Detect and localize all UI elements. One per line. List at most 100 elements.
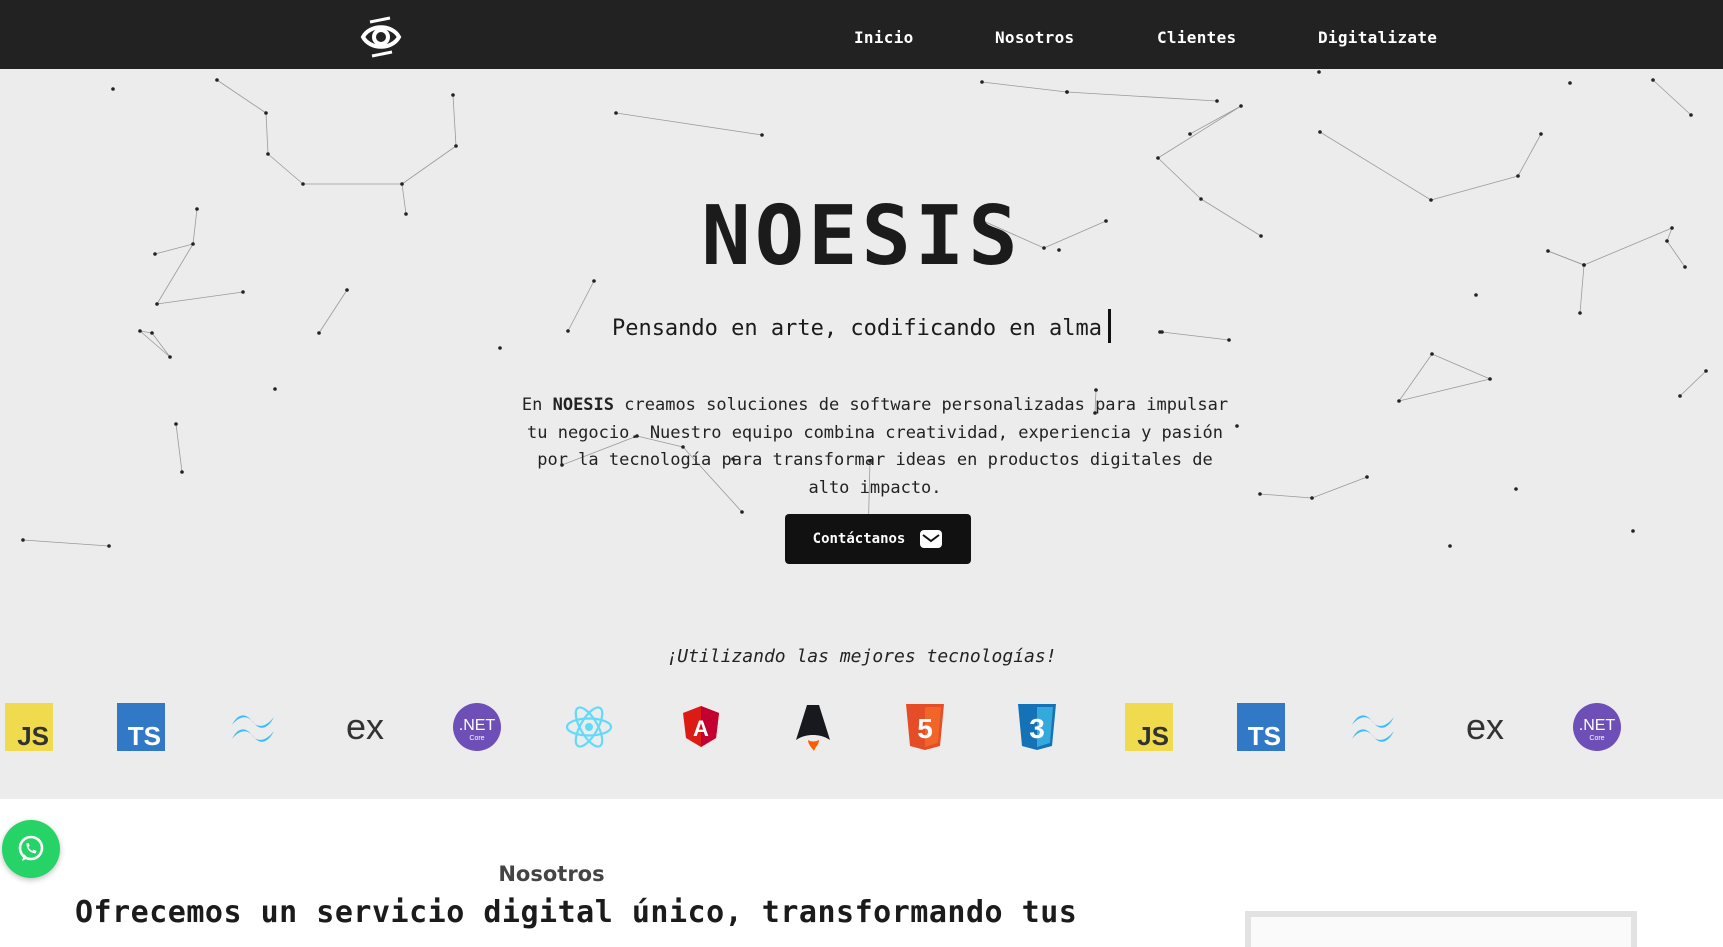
network-node [740,510,744,514]
network-node [21,538,25,542]
network-node [1514,487,1518,491]
network-node [264,111,268,115]
network-node [1317,70,1321,74]
typescript-logo-icon: TS [1236,702,1286,752]
description-intro: En [521,395,543,415]
network-link [267,153,304,185]
nav-link-nosotros[interactable]: Nosotros [995,28,1074,47]
network-link [1398,378,1491,402]
express-logo-icon: ex [1460,702,1510,752]
network-node [1235,424,1239,428]
hero-subtitle-text: Pensando en arte, codificando en alma [611,316,1103,341]
svg-text:A: A [693,716,709,741]
network-node [1065,90,1069,94]
network-node [168,355,172,359]
network-node [1516,174,1520,178]
network-link [175,423,183,473]
whatsapp-icon [18,835,44,861]
tailwind-logo-icon [228,702,278,752]
network-node [107,544,111,548]
network-node [1318,130,1322,134]
network-link [22,539,110,547]
network-node [1704,369,1708,373]
svg-text:TS: TS [128,721,161,751]
svg-text:JS: JS [17,721,49,751]
network-node [1568,81,1572,85]
technologies-caption: ¡Utilizando las mejores tecnologías! [666,646,1057,667]
hero-description: En NOESIS creamos soluciones de software… [520,392,1230,502]
network-node [174,422,178,426]
network-node [1474,293,1478,297]
network-link [1189,105,1242,135]
network-node [1539,132,1543,136]
about-section-label: Nosotros [498,862,605,886]
network-node [1215,99,1219,103]
hero-section: NOESIS Pensando en arte, codificando en … [0,69,1723,799]
network-node [215,78,219,82]
network-link [1157,105,1242,159]
network-node [1448,544,1452,548]
react-logo-icon [564,702,614,752]
network-node [1689,113,1693,117]
network-node [760,133,764,137]
network-link [216,79,267,114]
network-node [454,144,458,148]
dotnet-core-logo-icon: .NET Core [452,702,502,752]
contact-button[interactable]: Contáctanos [785,514,971,564]
nav-link-digitalizate[interactable]: Digitalizate [1318,28,1437,47]
network-link [615,112,763,136]
svg-text:3: 3 [1029,713,1045,744]
navbar: Inicio Nosotros Clientes Digitalizate [0,0,1723,69]
network-node [1631,529,1635,533]
html5-logo-icon: 5 [900,702,950,752]
network-link [1311,476,1368,499]
eye-logo-icon[interactable] [360,16,402,58]
svg-text:5: 5 [917,713,933,744]
express-logo-icon: ex [340,702,390,752]
envelope-icon [919,529,943,549]
svg-text:.NET: .NET [459,717,496,734]
tailwind-logo-icon [1348,702,1398,752]
svg-text:Core: Core [1589,735,1604,742]
network-node [273,387,277,391]
contact-button-label: Contáctanos [812,531,906,547]
svg-text:Core: Core [469,735,484,742]
css3-logo-icon: 3 [1012,702,1062,752]
svg-text:ex: ex [1466,707,1504,747]
network-link [452,94,457,147]
description-body: creamos soluciones de software personali… [527,395,1229,498]
network-node [345,288,349,292]
network-node [451,93,455,97]
network-node [241,290,245,294]
astro-logo-icon [788,702,838,752]
network-node [111,87,115,91]
angular-logo-icon: A [676,702,726,752]
hero-subtitle: Pensando en arte, codificando en alma [0,309,1723,343]
javascript-logo-icon: JS [4,702,54,752]
nav-link-inicio[interactable]: Inicio [854,28,914,47]
typescript-logo-icon: TS [116,702,166,752]
network-node [1397,399,1401,403]
network-link [1679,370,1707,397]
about-side-card [1245,911,1637,947]
network-node [301,182,305,186]
whatsapp-button[interactable] [2,820,60,878]
network-node [1310,496,1314,500]
network-node [1678,394,1682,398]
network-link [156,291,244,305]
svg-text:TS: TS [1248,721,1281,751]
network-node [155,302,159,306]
network-node [1156,156,1160,160]
description-brand: NOESIS [552,395,615,415]
network-link [265,112,269,155]
network-node [1188,132,1192,136]
network-node [1430,352,1434,356]
network-link [1517,133,1542,177]
network-link [1652,79,1692,116]
network-node [400,182,404,186]
network-link [1431,353,1491,380]
network-node [1488,377,1492,381]
nav-link-clientes[interactable]: Clientes [1157,28,1236,47]
network-node [1258,492,1262,496]
network-link [401,145,457,185]
